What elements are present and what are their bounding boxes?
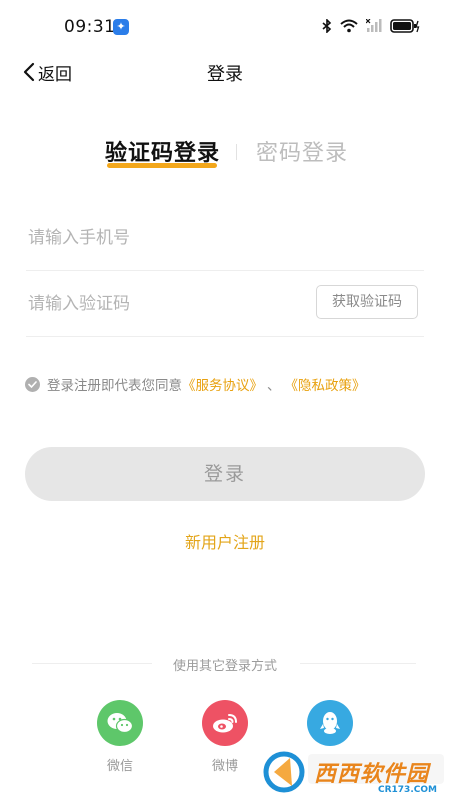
- watermark-brand: 西西软件园: [314, 762, 430, 787]
- active-tab-indicator: [107, 163, 217, 168]
- qq-icon: [307, 700, 353, 746]
- agreement-checkbox[interactable]: [25, 376, 40, 392]
- notification-app-icon: ✦: [113, 19, 129, 35]
- privacy-policy-link[interactable]: 《隐私政策》: [285, 374, 366, 394]
- check-icon: [28, 380, 37, 388]
- page-title: 登录: [207, 64, 243, 85]
- signal-icon: [366, 19, 382, 32]
- login-button[interactable]: 登录: [25, 447, 425, 501]
- agreement-separator: 、: [267, 378, 281, 394]
- tab-divider: [236, 144, 237, 160]
- register-row: 新用户注册: [0, 529, 450, 553]
- phone-input[interactable]: [26, 204, 310, 272]
- battery-icon: [390, 19, 420, 33]
- register-link[interactable]: 新用户注册: [185, 533, 265, 552]
- service-agreement-link[interactable]: 《服务协议》: [182, 374, 263, 394]
- code-input[interactable]: [26, 270, 310, 338]
- wechat-label: 微信: [106, 759, 133, 774]
- bluetooth-icon: [322, 19, 332, 33]
- weibo-icon: [202, 700, 248, 746]
- weibo-login-button[interactable]: 微博: [195, 700, 255, 774]
- agreement-text: 登录注册即代表您同意: [47, 378, 182, 394]
- wechat-icon: [97, 700, 143, 746]
- agreement-row: 登录注册即代表您同意 《服务协议》 、 《隐私政策》: [25, 374, 366, 394]
- wechat-login-button[interactable]: 微信: [90, 700, 150, 774]
- site-watermark: 西西软件园 CR173.COM: [262, 744, 450, 800]
- status-bar: 09:31 ✦: [0, 0, 450, 56]
- wifi-icon: [340, 19, 358, 33]
- tab-password-login[interactable]: 密码登录: [256, 135, 348, 167]
- qq-login-button[interactable]: [300, 700, 360, 746]
- weibo-label: 微博: [211, 759, 238, 774]
- status-icons: [322, 19, 420, 33]
- phone-field-row: [26, 204, 424, 272]
- get-code-button[interactable]: 获取验证码: [316, 285, 418, 319]
- other-login-label: 使用其它登录方式: [172, 659, 277, 674]
- status-time: 09:31: [64, 17, 116, 37]
- watermark-domain: CR173.COM: [378, 785, 437, 795]
- code-field-row: 获取验证码: [26, 270, 424, 338]
